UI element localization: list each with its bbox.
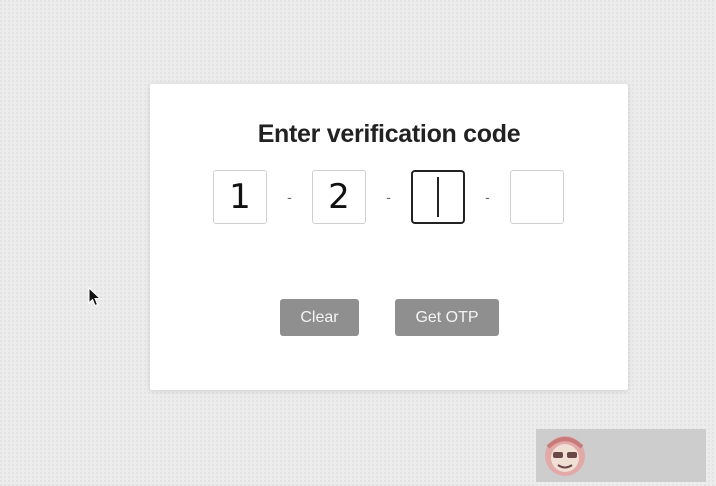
otp-digit-1[interactable]: 1 xyxy=(213,170,267,224)
otp-digit-2[interactable]: 2 xyxy=(312,170,366,224)
clear-button[interactable]: Clear xyxy=(280,299,359,336)
mouse-pointer-icon xyxy=(88,287,102,307)
text-caret xyxy=(437,177,439,217)
otp-separator: - xyxy=(386,189,391,205)
otp-digit-3[interactable] xyxy=(411,170,465,224)
otp-card: Enter verification code 1 - 2 - - Clear … xyxy=(150,84,628,390)
otp-separator: - xyxy=(485,189,490,205)
otp-digit-group: 1 - 2 - - xyxy=(213,170,564,224)
otp-digit-4[interactable] xyxy=(510,170,564,224)
watermark-logo-icon xyxy=(545,436,585,476)
otp-separator: - xyxy=(287,189,292,205)
get-otp-button[interactable]: Get OTP xyxy=(395,299,499,336)
watermark-overlay xyxy=(536,429,706,482)
page-title: Enter verification code xyxy=(257,120,521,148)
